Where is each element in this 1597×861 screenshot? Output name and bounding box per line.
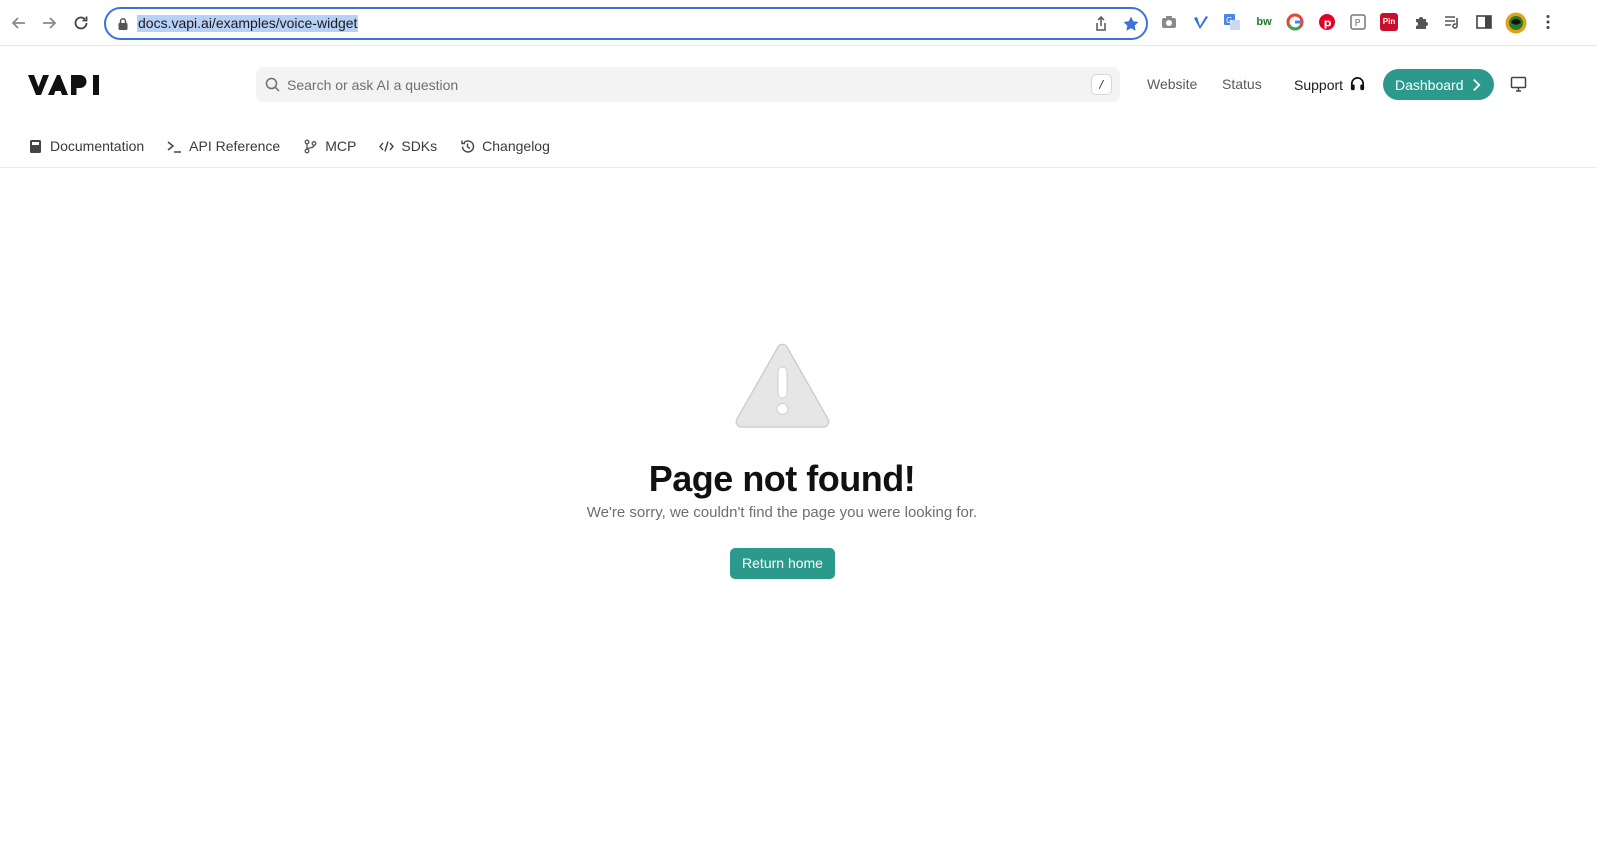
svg-text:G: G [1226,16,1232,25]
p-icon[interactable]: P [1348,12,1368,32]
reading-list-icon[interactable] [1442,12,1462,32]
vimeo-icon[interactable] [1191,12,1211,32]
dashboard-button[interactable]: Dashboard [1383,69,1494,100]
tab-label: Documentation [50,138,145,154]
share-icon[interactable] [1092,15,1110,33]
forward-button[interactable] [38,12,60,34]
lock-icon [118,18,128,30]
tab-sdks[interactable]: SDKs [379,136,437,156]
tab-documentation[interactable]: Documentation [28,136,144,156]
arrow-right-icon [43,17,57,29]
tab-mcp[interactable]: MCP [303,136,356,156]
tab-label: MCP [325,138,357,154]
history-icon [461,139,475,153]
search-box[interactable]: Search or ask AI a question / [256,67,1120,102]
back-button[interactable] [8,12,30,34]
browser-toolbar: docs.vapi.ai/examples/voice-widget G bw … [0,0,1597,46]
bookmark-star-icon[interactable] [1122,15,1140,33]
search-icon [265,77,280,92]
vapi-logo[interactable] [28,73,106,97]
chevron-right-icon [1472,78,1480,91]
reload-icon [74,16,88,30]
site-header: Search or ask AI a question / Website St… [0,46,1597,168]
page-subtitle: We're sorry, we couldn't find the page y… [586,504,978,521]
profile-avatar[interactable] [1505,12,1527,34]
tab-label: SDKs [401,138,438,154]
tab-changelog[interactable]: Changelog [460,136,550,156]
monitor-icon[interactable] [1510,76,1527,92]
support-link[interactable]: Support [1294,76,1366,93]
return-home-button[interactable]: Return home [730,548,835,579]
terminal-icon [167,140,182,153]
search-shortcut-key: / [1091,74,1112,95]
pin-icon[interactable]: Pin [1379,12,1399,32]
svg-text:P: P [1355,18,1361,29]
svg-text:p: p [1324,17,1332,30]
git-branch-icon [304,139,317,153]
warning-triangle-icon [735,343,830,428]
search-placeholder: Search or ask AI a question [287,77,459,93]
google-icon[interactable] [1285,12,1305,32]
dashboard-label: Dashboard [1395,76,1464,93]
book-icon [30,139,41,153]
bw-icon[interactable]: bw [1254,12,1274,32]
reload-button[interactable] [70,12,92,34]
menu-dots-icon[interactable] [1538,12,1558,32]
headset-icon [1350,77,1365,91]
address-bar[interactable]: docs.vapi.ai/examples/voice-widget [104,7,1148,40]
support-label: Support [1294,76,1344,93]
product-tabs: Documentation API Reference MCP SDKs Cha… [28,136,573,156]
website-link[interactable]: Website [1147,76,1197,92]
puzzle-icon[interactable] [1411,12,1431,32]
translate-icon[interactable]: G [1222,12,1242,32]
pinterest-icon[interactable]: p [1317,12,1337,32]
tab-api-reference[interactable]: API Reference [167,136,280,156]
sidepanel-icon[interactable] [1474,12,1494,32]
tab-label: API Reference [189,138,281,154]
camera-icon[interactable] [1159,12,1179,32]
url-text[interactable]: docs.vapi.ai/examples/voice-widget [137,15,359,32]
status-link[interactable]: Status [1222,76,1262,92]
code-icon [379,140,395,152]
page-title: Page not found! [648,458,916,499]
arrow-left-icon [11,17,25,29]
tab-label: Changelog [482,138,550,154]
